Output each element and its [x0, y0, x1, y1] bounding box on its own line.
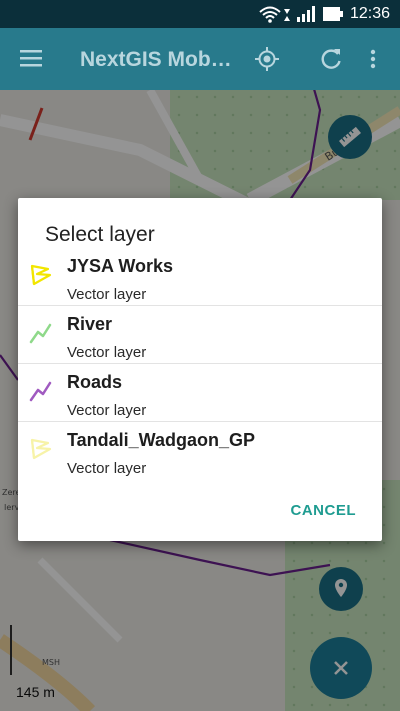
divider	[18, 421, 382, 422]
layer-item-tandali-wadgaon-gp[interactable]: Tandali_Wadgaon_GP Vector layer	[18, 430, 382, 488]
status-bar: 12:36	[0, 0, 400, 28]
line-icon	[29, 323, 52, 344]
wifi-icon	[259, 6, 281, 23]
layer-type: Vector layer	[67, 460, 147, 477]
signal-icon	[297, 6, 315, 22]
divider	[18, 363, 382, 364]
refresh-icon[interactable]	[318, 46, 344, 72]
line-icon	[29, 381, 52, 402]
layer-name: River	[67, 314, 113, 334]
layer-type: Vector layer	[67, 402, 147, 419]
app-bar: NextGIS Mob…	[0, 28, 400, 90]
app-title: NextGIS Mob…	[80, 48, 232, 71]
cancel-button[interactable]: CANCEL	[291, 502, 357, 519]
polygon-icon	[30, 264, 52, 286]
data-transfer-icon	[284, 9, 290, 21]
layer-type: Vector layer	[67, 344, 147, 361]
polygon-icon	[30, 438, 52, 460]
select-layer-dialog: Select layer JYSA Works Vector layer Riv…	[18, 198, 382, 541]
menu-icon[interactable]	[20, 48, 44, 68]
dialog-title: Select layer	[45, 223, 155, 246]
layer-name: Tandali_Wadgaon_GP	[67, 430, 256, 450]
battery-icon	[323, 7, 343, 21]
layer-type: Vector layer	[67, 286, 147, 303]
divider	[18, 305, 382, 306]
gps-locate-icon[interactable]	[254, 46, 280, 72]
layer-name: Roads	[67, 372, 123, 392]
layer-name: JYSA Works	[67, 256, 174, 276]
more-vert-icon[interactable]	[368, 48, 378, 70]
status-time: 12:36	[349, 5, 390, 22]
